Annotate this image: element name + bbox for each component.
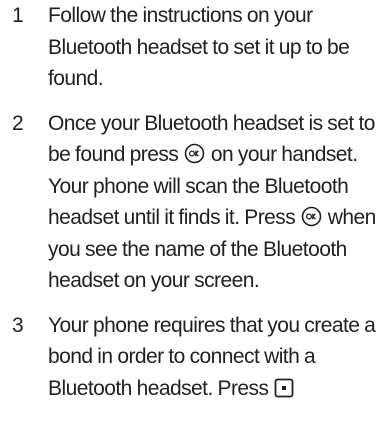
step-2: 2 Once your Bluetooth headset is set to … (0, 108, 383, 297)
step-1: 1 Follow the instructions on your Blueto… (0, 0, 383, 95)
step-text: Follow the instructions on your Bluetoot… (48, 4, 350, 90)
step-number: 2 (12, 111, 24, 135)
step-text: Once your Bluetooth headset is set to be… (48, 108, 383, 297)
step-number: 3 (12, 313, 24, 337)
step-3: 3 Your phone requires that you create a … (0, 310, 383, 405)
step-text: Your phone requires that you create a bo… (48, 310, 383, 405)
step-number: 1 (12, 4, 24, 27)
step-text-part: Your phone requires that you create a bo… (48, 313, 376, 400)
ok-button-icon (184, 143, 205, 164)
instruction-steps: 1 Follow the instructions on your Blueto… (0, 0, 383, 417)
ok-button-icon (301, 206, 322, 227)
softkey-button-icon (274, 378, 294, 398)
